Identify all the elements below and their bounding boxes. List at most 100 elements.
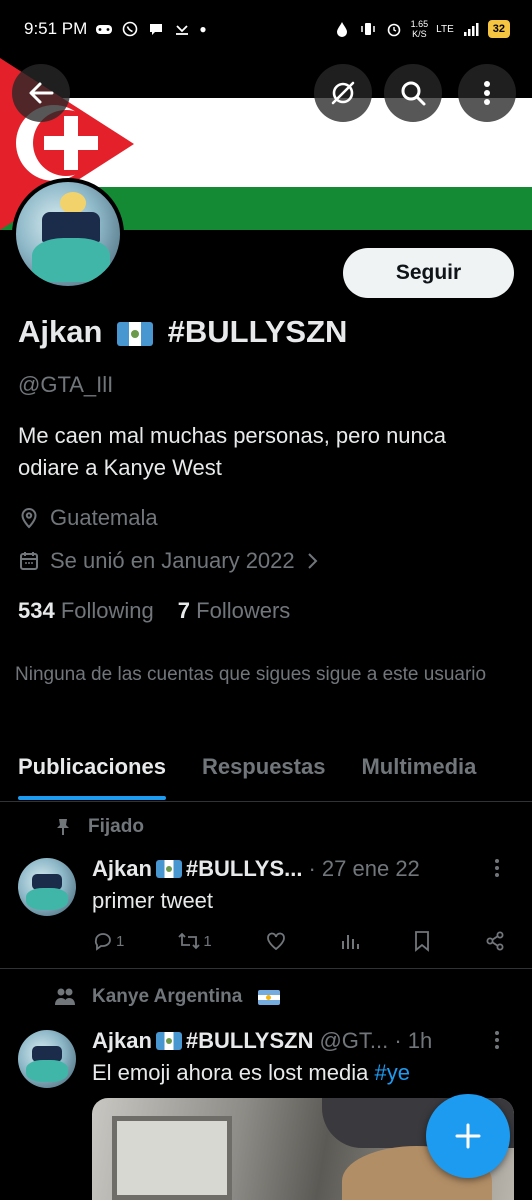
profile-location: Guatemala <box>18 505 158 531</box>
status-time: 9:51 PM <box>24 19 88 38</box>
search-icon <box>401 81 426 106</box>
post-1-context-label: Fijado <box>88 816 144 837</box>
guatemala-flag-icon <box>117 321 154 346</box>
post-2-author-suffix: #BULLYSZN <box>185 1028 314 1053</box>
argentina-flag-icon <box>258 989 281 1005</box>
network-speed-unit: K/S <box>412 29 427 39</box>
share-button[interactable] <box>484 930 506 952</box>
network-type: LTE <box>436 23 454 35</box>
following-count: 534 <box>18 598 55 623</box>
location-pin-icon <box>21 507 37 529</box>
repost-button[interactable]: 1 <box>177 930 212 952</box>
avatar-detail <box>60 192 86 214</box>
heart-icon <box>266 932 285 951</box>
share-icon <box>486 931 504 951</box>
more-vertical-icon <box>495 1031 499 1049</box>
status-bar: 9:51 PM ● 1.65 K/S LTE 32 <box>0 0 532 58</box>
tab-publicaciones[interactable]: Publicaciones <box>18 740 166 800</box>
follow-counts: 534 Following 7 Followers <box>18 598 290 624</box>
post-2-text: El emoji ahora es lost media #ye <box>92 1060 410 1086</box>
missed-call-icon <box>173 20 191 38</box>
gamepad-icon <box>95 20 113 38</box>
post-2-hashtag[interactable]: #ye <box>374 1060 409 1085</box>
profile-bio: Me caen mal muchas personas, pero nunca … <box>18 423 447 480</box>
more-vertical-icon <box>484 81 490 105</box>
back-button[interactable] <box>12 64 70 122</box>
reply-button[interactable]: 1 <box>92 930 124 952</box>
reply-icon <box>94 933 111 951</box>
post-divider <box>0 968 532 969</box>
notification-dot-icon: ● <box>199 22 207 36</box>
post-1-author-suffix: #BULLYS... <box>185 856 303 881</box>
alarm-icon <box>385 20 403 38</box>
whatsapp-icon <box>121 20 139 38</box>
post-2-meta: @GT... · 1h <box>319 1028 433 1053</box>
guatemala-flag-icon <box>155 1032 182 1050</box>
avatar-detail <box>32 238 110 282</box>
compose-post-button[interactable] <box>426 1094 510 1178</box>
post-2-more-button[interactable] <box>494 1030 500 1056</box>
post-2-text-body: El emoji ahora es lost media <box>92 1060 369 1085</box>
profile-tabs: Publicaciones Respuestas Multimedia <box>0 740 532 802</box>
battery-level: 32 <box>492 23 505 35</box>
tab-respuestas[interactable]: Respuestas <box>202 740 326 801</box>
calendar-icon <box>20 552 38 570</box>
location-text: Guatemala <box>50 505 158 530</box>
more-options-button[interactable] <box>458 64 516 122</box>
followers-link[interactable]: 7 Followers <box>178 598 291 624</box>
avatar-detail <box>26 888 68 910</box>
guatemala-flag-icon <box>155 860 182 878</box>
community-icon <box>55 988 75 1005</box>
post-1-date: · 27 ene 22 <box>308 856 420 881</box>
water-drop-icon <box>333 20 351 38</box>
views-button[interactable] <box>340 931 360 951</box>
post-2-author[interactable]: Ajkan <box>92 1028 152 1054</box>
search-button[interactable] <box>384 64 442 122</box>
chevron-right-icon <box>307 553 318 569</box>
bookmark-icon <box>415 931 429 952</box>
mutual-followers-note: Ninguna de las cuentas que sigues sigue … <box>15 664 487 685</box>
post-2-context-label[interactable]: Kanye Argentina <box>92 986 242 1008</box>
reply-count: 1 <box>116 932 125 950</box>
avatar-detail <box>26 1060 68 1082</box>
bookmark-button[interactable] <box>413 930 431 952</box>
repost-icon <box>178 932 201 950</box>
post-1-avatar[interactable] <box>18 858 76 916</box>
grok-button[interactable] <box>314 64 372 122</box>
post-2-header: Ajkan #BULLYSZN @GT... · 1h <box>92 1028 432 1054</box>
signal-icon <box>462 20 480 38</box>
post-1-author[interactable]: Ajkan <box>92 856 152 882</box>
post-2-context: Kanye Argentina <box>54 986 281 1008</box>
post-1-text: primer tweet <box>92 888 214 913</box>
profile-display-name: Ajkan #BULLYSZN <box>18 314 347 350</box>
joined-text: Se unió en January 2022 <box>50 548 295 573</box>
post-1-actions: 1 1 <box>92 930 506 952</box>
following-label: Following <box>60 598 154 623</box>
post-1-more-button[interactable] <box>494 858 500 884</box>
display-name-suffix: #BULLYSZN <box>167 314 348 349</box>
profile-avatar[interactable] <box>12 178 124 290</box>
grok-icon <box>331 81 355 105</box>
views-icon <box>341 935 359 949</box>
post-2-avatar[interactable] <box>18 1030 76 1088</box>
status-right: 1.65 K/S LTE 32 <box>333 19 510 39</box>
more-vertical-icon <box>495 859 499 877</box>
tab-multimedia[interactable]: Multimedia <box>361 740 476 801</box>
profile-joined-date[interactable]: Se unió en January 2022 <box>18 548 319 574</box>
followers-count: 7 <box>177 598 191 623</box>
status-left: 9:51 PM ● <box>24 19 207 39</box>
battery-indicator: 32 <box>487 20 510 38</box>
follow-button[interactable]: Seguir <box>343 248 514 298</box>
network-speed: 1.65 K/S <box>411 19 429 39</box>
post-1-header: Ajkan #BULLYS... · 27 ene 22 <box>92 856 420 882</box>
post-1-context: Fijado <box>54 816 144 838</box>
following-link[interactable]: 534 Following <box>18 598 154 624</box>
display-name-text: Ajkan <box>18 314 103 349</box>
compose-plus-icon <box>455 1123 481 1149</box>
profile-handle: @GTA_IlI <box>18 372 114 397</box>
vibrate-icon <box>359 20 377 38</box>
like-button[interactable] <box>265 930 287 952</box>
arrow-left-icon <box>29 82 54 104</box>
followers-label: Followers <box>196 598 291 623</box>
chat-bubble-icon <box>147 20 165 38</box>
